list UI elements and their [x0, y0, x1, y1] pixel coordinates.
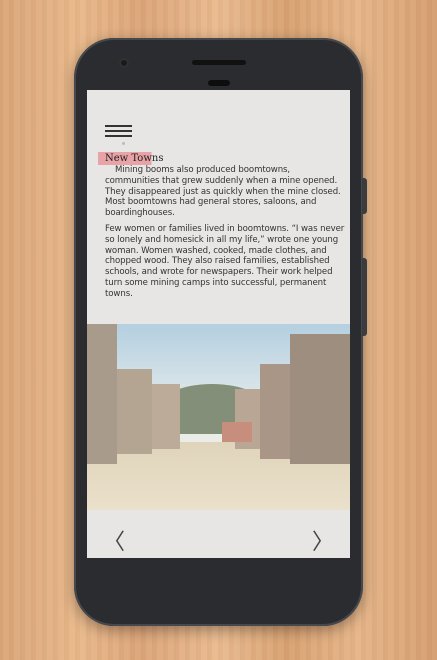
boomtown-photo — [87, 324, 350, 510]
volume-button — [362, 178, 367, 214]
reader-screen: New Towns Mining booms also produced boo… — [87, 90, 350, 558]
power-button — [362, 258, 367, 336]
section-title: New Towns — [98, 152, 166, 165]
paragraph: Mining booms also produced boomtowns, co… — [105, 165, 341, 219]
front-camera-icon — [119, 58, 129, 68]
speaker-grille — [192, 60, 246, 65]
previous-page-button[interactable]: 〈 — [103, 524, 125, 556]
body-text: Mining booms also produced boomtowns, co… — [105, 165, 345, 305]
page-dot — [122, 142, 125, 145]
earpiece — [208, 80, 230, 86]
hamburger-menu-icon[interactable] — [105, 125, 132, 137]
next-page-button[interactable]: 〉 — [312, 524, 334, 556]
paragraph: Few women or families lived in boomtowns… — [105, 223, 345, 299]
